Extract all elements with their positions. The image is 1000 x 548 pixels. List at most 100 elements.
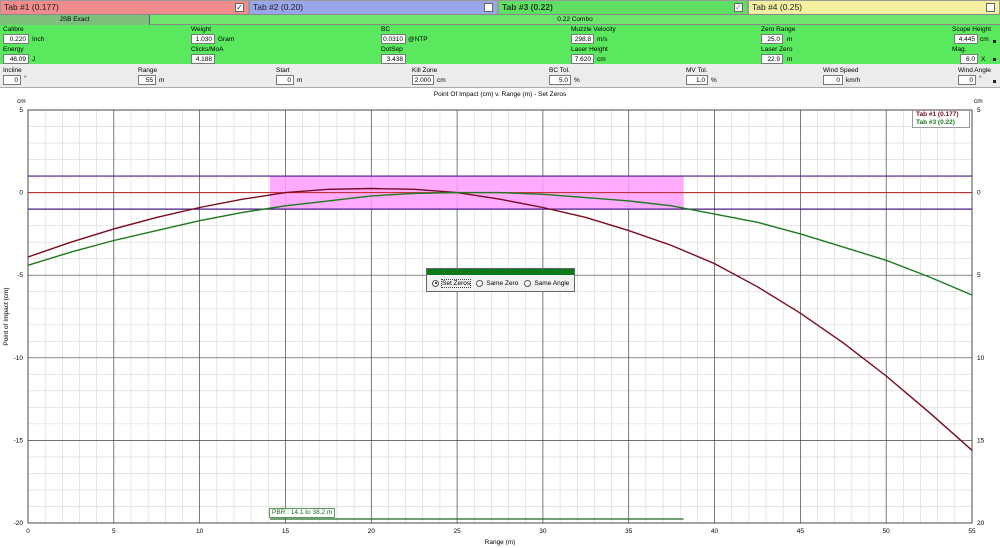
calibre-unit: Inch — [32, 36, 45, 43]
set-zeros-radio[interactable] — [432, 279, 439, 287]
y-tick-label-right: 20 — [977, 520, 985, 527]
laser-zero-unit: m — [787, 56, 793, 63]
same-zero-option[interactable]: Same Zero — [476, 279, 519, 287]
bc-tol-unit: % — [574, 77, 580, 84]
mv-tol-input[interactable]: 1.0 — [686, 75, 708, 85]
dotsep-input[interactable]: 3.438 — [381, 54, 406, 64]
tab-1-label: Tab #1 (0.177) — [4, 2, 59, 12]
same-angle-radio[interactable] — [524, 279, 532, 287]
tab-2-checkbox[interactable] — [484, 3, 493, 12]
laser-zero-input[interactable]: 22.9 — [761, 54, 783, 64]
incline-label: Incline — [3, 67, 22, 74]
mag-label: Mag. — [952, 46, 967, 53]
bc-tol-input[interactable]: 5.0 — [549, 75, 571, 85]
tab-3-checkbox[interactable]: ✓ — [734, 3, 743, 12]
ammo-name-tab3[interactable]: 0.22 Combo — [150, 15, 1000, 25]
trajectory-chart[interactable]: 0 5 10 15 20 25 30 35 40 45 50 555 50 0-5 5-10 10-15 15-… — [0, 90, 1000, 548]
weight-unit: Gram — [218, 36, 235, 43]
tab-4[interactable]: Tab #4 (0.25) — [748, 0, 1000, 14]
wind-speed-label: Wind Speed — [823, 67, 859, 74]
calibre-label: Calibre — [3, 26, 24, 33]
same-zero-radio[interactable] — [476, 279, 484, 287]
tab-1-checkbox[interactable]: ✓ — [235, 3, 244, 12]
bc-label: BC — [381, 26, 391, 33]
start-input[interactable]: 0 — [276, 75, 294, 85]
tab-4-label: Tab #4 (0.25) — [752, 2, 803, 12]
muzzle-velocity-input[interactable]: 298.8 — [571, 34, 594, 44]
tab-2-label: Tab #2 (0.20) — [253, 2, 304, 12]
y-unit-left: cm — [17, 98, 26, 105]
zero-mode-popup: Set Zeros Same Zero Same Angle — [426, 268, 575, 292]
zero-range-label: Zero Range — [761, 26, 796, 33]
parameter-panel: Calibre 0.220 Inch Weight 1.030 Gram BC … — [0, 25, 1000, 64]
laser-height-unit: cm — [597, 56, 606, 63]
tab-2[interactable]: Tab #2 (0.20) — [249, 0, 498, 14]
mv-tol-label: MV Tol. — [686, 67, 708, 74]
bc-input[interactable]: 0.0310 — [381, 34, 406, 44]
tab-4-checkbox[interactable] — [986, 3, 995, 12]
clicks-moa-label: Clicks/MoA — [191, 46, 224, 53]
chart-legend: Tab #1 (0.177) Tab #3 (0.22) — [912, 110, 970, 128]
bc-tol-label: BC Tol. — [549, 67, 570, 74]
weight-input[interactable]: 1.030 — [191, 34, 215, 44]
same-angle-option[interactable]: Same Angle — [524, 279, 570, 287]
y-tick-label-left: -20 — [14, 520, 24, 527]
mag-input[interactable]: 6.0 — [960, 54, 978, 64]
weight-label: Weight — [191, 26, 212, 33]
x-tick-label: 10 — [196, 528, 204, 535]
tab-strip: Tab #1 (0.177) ✓ Tab #2 (0.20) Tab #3 (0… — [0, 0, 1000, 14]
y-axis-label: Point of Impact (cm) — [3, 287, 10, 345]
pbr-label: PBR : 14.1 to 38.2 m — [269, 508, 336, 518]
x-axis-label: Range (m) — [485, 539, 516, 546]
energy-input[interactable]: 46.09 — [3, 54, 29, 64]
range-input[interactable]: 55 — [138, 75, 156, 85]
energy-label: Energy — [3, 46, 24, 53]
same-angle-label: Same Angle — [534, 279, 570, 287]
x-tick-label: 20 — [368, 528, 376, 535]
legend-entry-tab1: Tab #1 (0.177) — [916, 111, 959, 118]
x-tick-label: 5 — [112, 528, 116, 535]
calibre-input[interactable]: 0.220 — [3, 34, 29, 44]
x-tick-label: 55 — [968, 528, 976, 535]
y-tick-label-left: -10 — [14, 355, 24, 362]
scope-height-label: Scope Height — [952, 26, 992, 33]
x-tick-label: 15 — [282, 528, 290, 535]
start-unit: m — [297, 77, 303, 84]
same-zero-label: Same Zero — [486, 279, 519, 287]
tab-1[interactable]: Tab #1 (0.177) ✓ — [0, 0, 249, 14]
dotsep-label: DotSep — [381, 46, 403, 53]
legend-entry-tab3: Tab #3 (0.22) — [916, 119, 955, 126]
scope-height-unit: cm — [980, 36, 989, 43]
x-tick-label: 25 — [453, 528, 461, 535]
scope-height-input[interactable]: 4.445 — [954, 34, 978, 44]
kill-zone-label: Kill Zone — [412, 67, 438, 74]
set-zeros-label: Set Zeros — [440, 278, 472, 288]
wind-speed-input[interactable]: 0 — [823, 75, 843, 85]
muzzle-velocity-unit: m/s — [597, 36, 608, 43]
x-tick-label: 0 — [26, 528, 30, 535]
y-tick-label-right: 5 — [977, 107, 981, 114]
muzzle-velocity-label: Muzzle Velocity — [571, 26, 616, 33]
ammo-name-tab1[interactable]: JSB Exact — [0, 15, 150, 25]
zero-range-input[interactable]: 25.0 — [761, 34, 783, 44]
y-tick-label-right: 10 — [977, 355, 985, 362]
kill-zone-input[interactable]: 2.000 — [412, 75, 434, 85]
zero-range-unit: m — [787, 36, 793, 43]
x-tick-label: 40 — [711, 528, 719, 535]
mag-unit: X — [981, 56, 986, 63]
clicks-moa-input[interactable]: 4.188 — [191, 54, 215, 64]
x-tick-label: 35 — [625, 528, 633, 535]
set-zeros-option[interactable]: Set Zeros — [432, 278, 472, 288]
laser-zero-label: Laser Zero — [761, 46, 793, 53]
y-tick-label-left: 0 — [19, 190, 23, 197]
x-tick-label: 30 — [539, 528, 547, 535]
y-tick-label-right: 15 — [977, 437, 985, 444]
y-tick-label-left: 5 — [19, 107, 23, 114]
wind-speed-unit: km/h — [846, 77, 861, 84]
tab-3[interactable]: Tab #3 (0.22) ✓ — [498, 0, 748, 14]
y-unit-right: cm — [974, 98, 983, 105]
wind-angle-input[interactable]: 0 — [958, 75, 976, 85]
laser-height-label: Laser Height — [571, 46, 608, 53]
incline-input[interactable]: 0 — [3, 75, 21, 85]
laser-height-input[interactable]: 7.620 — [571, 54, 594, 64]
